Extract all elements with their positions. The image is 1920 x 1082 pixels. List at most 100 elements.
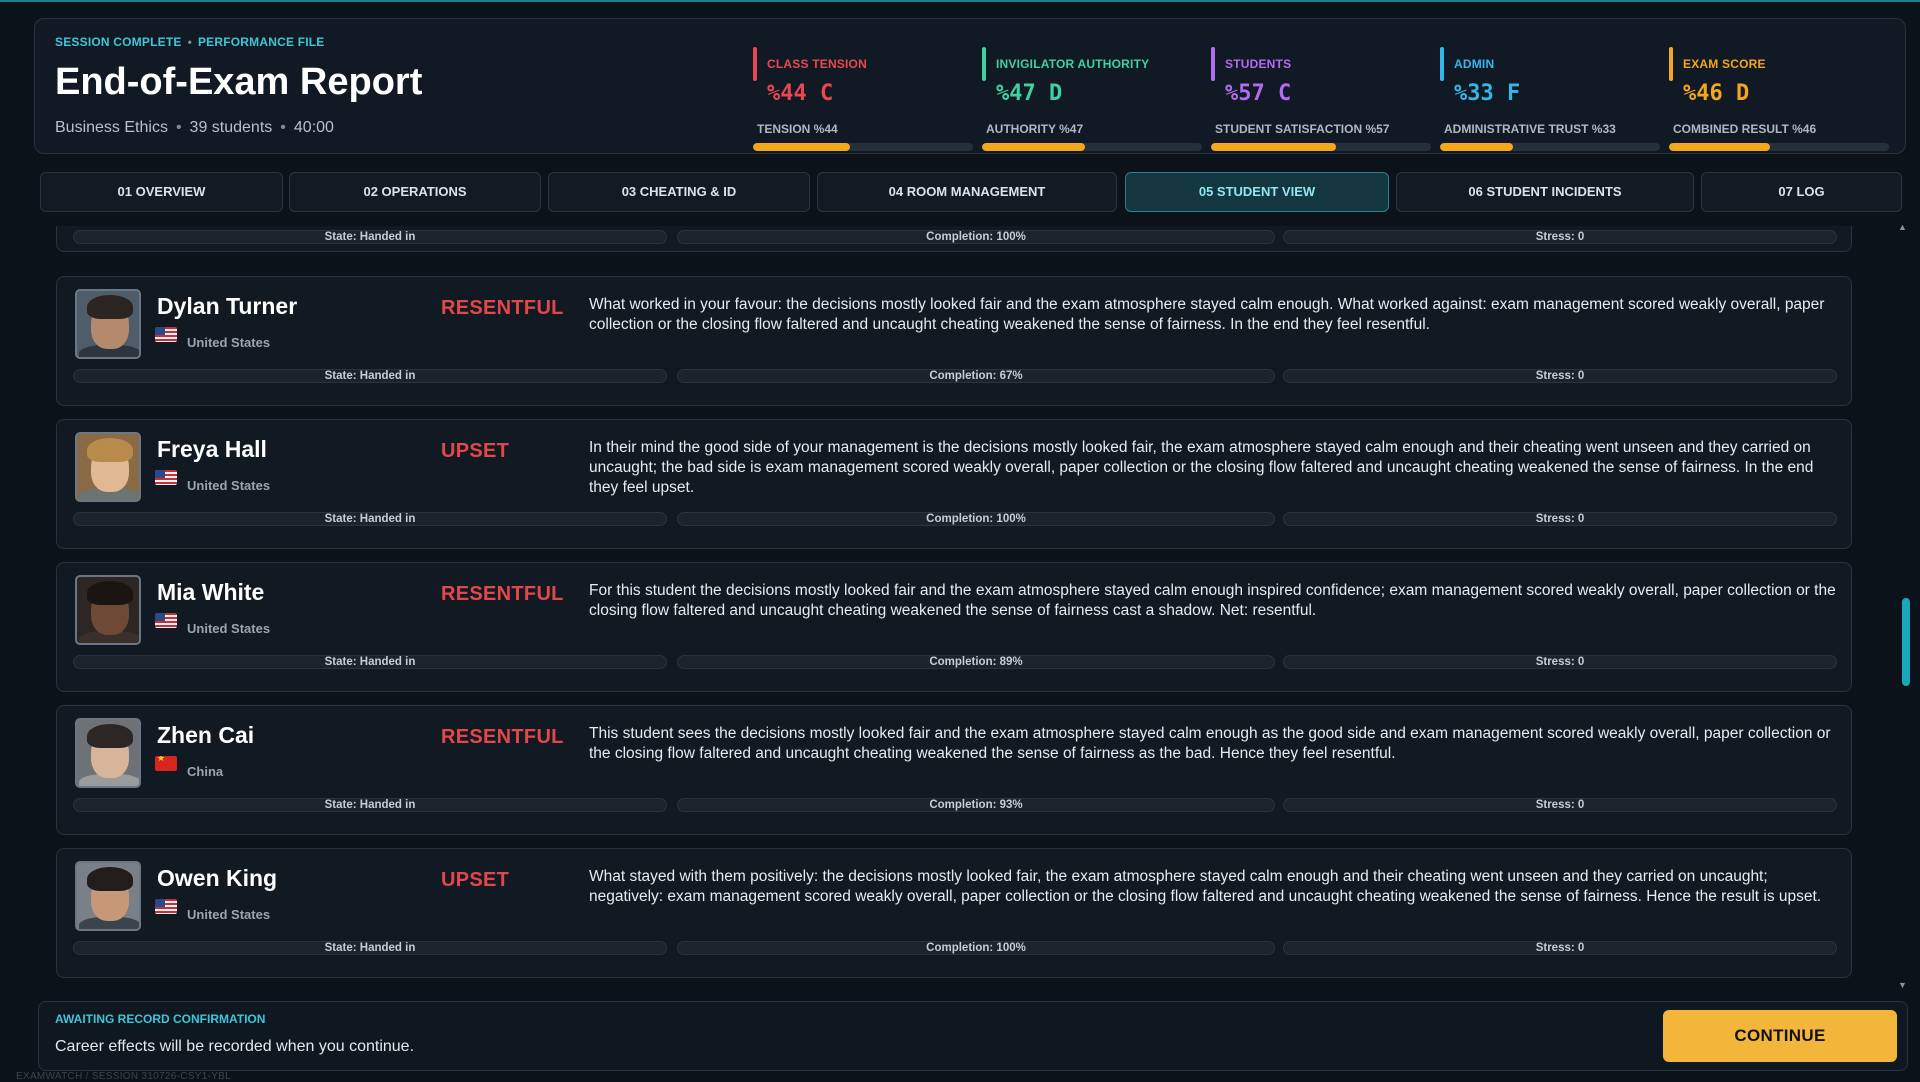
- student-card-previous: State: Handed in Completion: 100% Stress…: [56, 226, 1852, 252]
- completion-bar: Completion: 67%: [677, 369, 1275, 383]
- metric-label: INVIGILATOR AUTHORITY: [996, 57, 1150, 71]
- continue-button[interactable]: CONTINUE: [1663, 1010, 1897, 1062]
- session-id: EXAMWATCH / SESSION 310726-CSY1-YBL: [16, 1071, 232, 1082]
- separator-dot: •: [187, 35, 192, 49]
- student-avatar: [75, 289, 141, 359]
- completion-bar: Completion: 100%: [677, 941, 1275, 955]
- metric-progress-fill: [1440, 143, 1513, 151]
- student-name: Owen King: [157, 865, 278, 891]
- flag-us-icon: [155, 327, 177, 342]
- student-avatar: [75, 575, 141, 645]
- avatar-hair: [87, 581, 133, 605]
- student-name: Zhen Cai: [157, 722, 255, 748]
- student-feedback: This student sees the decisions mostly l…: [589, 725, 1831, 762]
- metric-label: STUDENTS: [1225, 57, 1292, 71]
- student-card[interactable]: Owen King United States UPSET What staye…: [56, 848, 1852, 978]
- completion-bar: Completion: 89%: [677, 655, 1275, 669]
- tab-student-view[interactable]: 05 STUDENT VIEW: [1125, 172, 1389, 212]
- session-status: SESSION COMPLETE: [55, 35, 182, 49]
- student-card[interactable]: Freya Hall United States UPSET In their …: [56, 419, 1852, 549]
- student-card[interactable]: Dylan Turner United States RESENTFUL Wha…: [56, 276, 1852, 406]
- avatar-hair: [87, 724, 133, 748]
- footer-kicker: AWAITING RECORD CONFIRMATION: [55, 1012, 266, 1026]
- student-avatar: [75, 718, 141, 788]
- file-type: PERFORMANCE FILE: [197, 35, 325, 49]
- avatar-hair: [87, 438, 133, 462]
- tab-cheating-id[interactable]: 03 CHEATING & ID: [548, 172, 810, 212]
- separator-dot: •: [280, 119, 286, 136]
- stress-bar: Stress: 0: [1283, 798, 1837, 812]
- state-bar: State: Handed in: [73, 230, 667, 244]
- student-avatar: [75, 861, 141, 931]
- metric-label: CLASS TENSION: [767, 57, 867, 71]
- header-kicker: SESSION COMPLETE • PERFORMANCE FILE: [55, 35, 325, 49]
- metric-accent-bar: [1440, 47, 1444, 81]
- state-bar: State: Handed in: [73, 512, 667, 526]
- metric-exam-score: EXAM SCORE %46 D COMBINED RESULT %46: [1669, 33, 1889, 151]
- metric-value: %33 F: [1454, 81, 1521, 106]
- student-country: United States: [187, 478, 271, 493]
- stress-bar: Stress: 0: [1283, 369, 1837, 383]
- scroll-up-icon[interactable]: ▲: [1898, 222, 1907, 232]
- metric-progress-track: [1211, 143, 1431, 151]
- avatar-hair: [87, 295, 133, 319]
- exam-time: 40:00: [293, 119, 334, 136]
- metric-progress-track: [982, 143, 1202, 151]
- metric-admin: ADMIN %33 F ADMINISTRATIVE TRUST %33: [1440, 33, 1660, 151]
- state-bar: State: Handed in: [73, 369, 667, 383]
- student-feedback: In their mind the good side of your mana…: [589, 439, 1814, 496]
- student-country: China: [187, 764, 224, 779]
- student-mood: UPSET: [441, 440, 510, 462]
- state-bar: State: Handed in: [73, 798, 667, 812]
- state-bar: State: Handed in: [73, 655, 667, 669]
- metric-value: %47 D: [996, 81, 1063, 106]
- metric-progress-fill: [1211, 143, 1337, 151]
- student-feedback: What stayed with them positively: the de…: [589, 868, 1822, 905]
- student-count: 39 students: [189, 119, 273, 136]
- metric-accent-bar: [1211, 47, 1215, 81]
- student-card[interactable]: Zhen Cai China RESENTFUL This student se…: [56, 705, 1852, 835]
- completion-bar: Completion: 100%: [677, 512, 1275, 526]
- student-list: State: Handed in Completion: 100% Stress…: [0, 226, 1920, 986]
- student-mood: RESENTFUL: [441, 726, 564, 748]
- stress-bar: Stress: 0: [1283, 230, 1837, 244]
- metric-label: ADMIN: [1454, 57, 1495, 71]
- flag-us-icon: [155, 613, 177, 628]
- stress-bar: Stress: 0: [1283, 655, 1837, 669]
- student-name: Mia White: [157, 579, 265, 605]
- separator-dot: •: [175, 119, 182, 136]
- student-card[interactable]: Mia White United States RESENTFUL For th…: [56, 562, 1852, 692]
- tab-operations[interactable]: 02 OPERATIONS: [289, 172, 541, 212]
- tab-room-management[interactable]: 04 ROOM MANAGEMENT: [817, 172, 1117, 212]
- metric-label: EXAM SCORE: [1683, 57, 1766, 71]
- tab-student-incidents[interactable]: 06 STUDENT INCIDENTS: [1396, 172, 1694, 212]
- metric-sub: STUDENT SATISFACTION %57: [1215, 122, 1390, 136]
- flag-us-icon: [155, 899, 177, 914]
- tab-overview[interactable]: 01 OVERVIEW: [40, 172, 283, 212]
- scroll-down-icon[interactable]: ▼: [1898, 980, 1907, 990]
- exam-subject: Business Ethics: [55, 119, 168, 136]
- scrollbar-thumb[interactable]: [1902, 598, 1910, 686]
- avatar-hair: [87, 867, 133, 891]
- metric-sub: COMBINED RESULT %46: [1673, 122, 1817, 136]
- completion-bar: Completion: 100%: [677, 230, 1275, 244]
- student-country: United States: [187, 907, 271, 922]
- metric-sub: ADMINISTRATIVE TRUST %33: [1444, 122, 1616, 136]
- metric-progress-fill: [1669, 143, 1771, 151]
- student-name: Freya Hall: [157, 436, 267, 462]
- student-feedback: For this student the decisions mostly lo…: [589, 582, 1836, 619]
- top-accent-line: [0, 0, 1920, 2]
- metric-students: STUDENTS %57 C STUDENT SATISFACTION %57: [1211, 33, 1431, 151]
- metric-progress-fill: [753, 143, 850, 151]
- tab-log[interactable]: 07 LOG: [1701, 172, 1902, 212]
- stress-bar: Stress: 0: [1283, 512, 1837, 526]
- metric-invigilator-authority: INVIGILATOR AUTHORITY %47 D AUTHORITY %4…: [982, 33, 1202, 151]
- flag-cn-icon: [155, 756, 177, 771]
- student-mood: RESENTFUL: [441, 583, 564, 605]
- student-name: Dylan Turner: [157, 293, 298, 319]
- completion-bar: Completion: 93%: [677, 798, 1275, 812]
- metric-progress-track: [1440, 143, 1660, 151]
- metric-value: %44 C: [767, 81, 834, 106]
- student-mood: RESENTFUL: [441, 297, 564, 319]
- footer-message: Career effects will be recorded when you…: [55, 1038, 415, 1055]
